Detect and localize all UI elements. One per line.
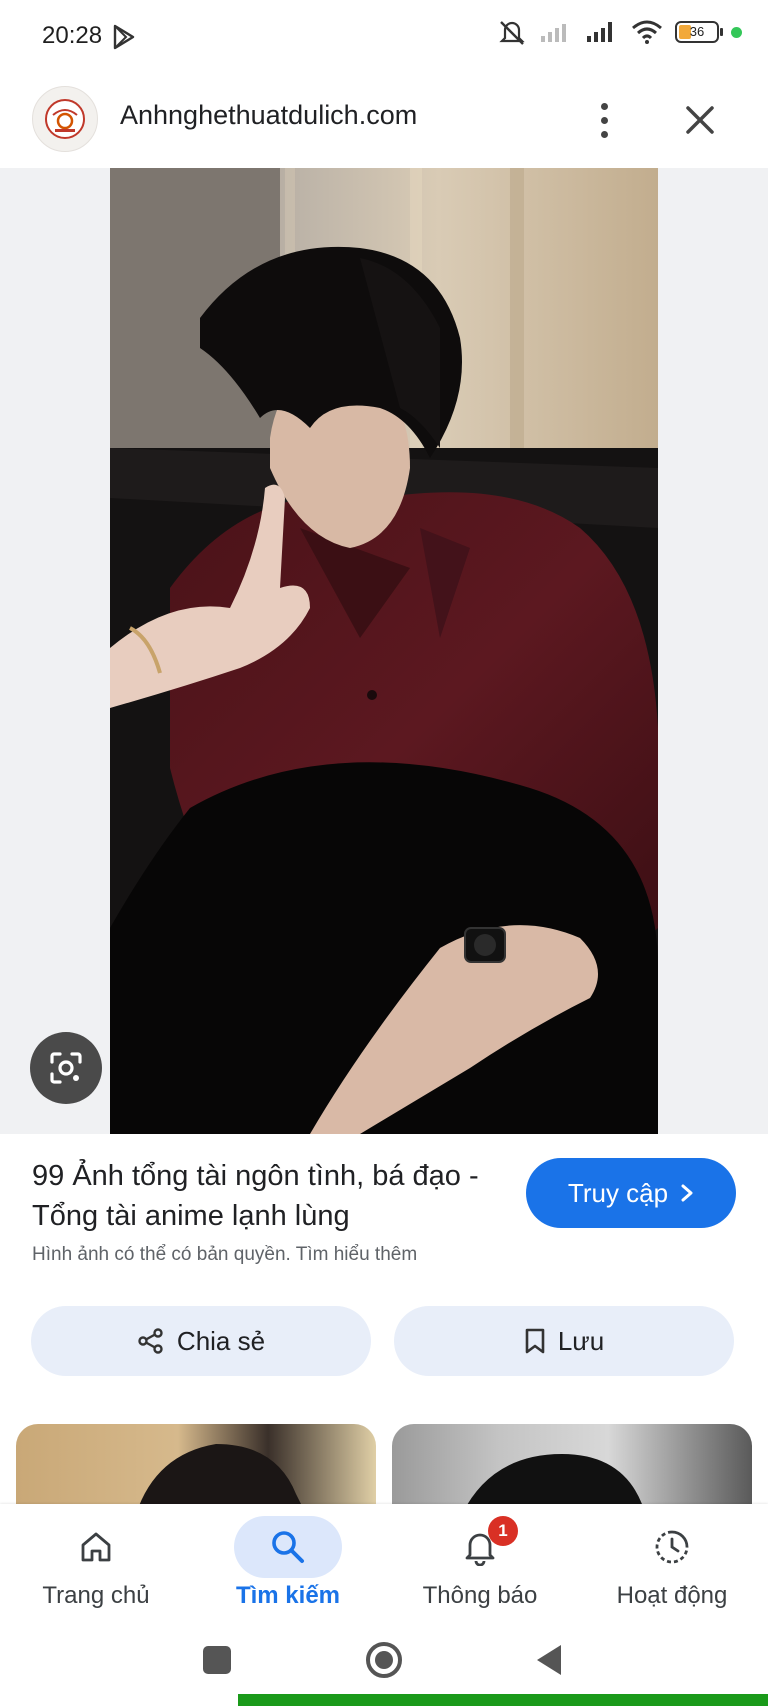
bottom-navigation: Trang chủ Tìm kiếm 1 Thông báo Hoạt động [0,1504,768,1628]
save-label: Lưu [557,1325,605,1356]
nav-label-notifications: Thông báo [422,1582,538,1609]
site-title[interactable]: Anhnghethuatdulich.com [120,100,417,131]
bookmark-icon [525,1328,545,1354]
privacy-indicator [731,26,742,38]
search-icon [234,1516,342,1578]
main-image[interactable] [110,168,658,1134]
share-label: Chia sẻ [176,1325,266,1356]
progress-indicator [238,1694,768,1706]
google-lens-icon [50,1052,82,1084]
signal-icon [587,22,612,42]
visit-button[interactable]: Truy cập [526,1158,736,1228]
result-title: 99 Ảnh tổng tài ngôn tình, bá đạo - Tổng… [32,1160,479,1232]
nav-label-search: Tìm kiếm [235,1582,341,1609]
save-button[interactable]: Lưu [394,1306,734,1376]
nav-label-activity: Hoạt động [616,1582,728,1609]
wifi-icon [632,20,662,44]
site-header: Anhnghethuatdulich.com [0,76,768,168]
site-logo[interactable] [32,86,98,152]
google-lens-button[interactable] [30,1032,102,1104]
related-image[interactable] [16,1424,376,1514]
nav-label-home: Trang chủ [42,1582,150,1609]
battery-icon: 36 [675,21,723,43]
status-time: 20:28 [42,22,103,49]
related-image-illustration [462,1454,647,1514]
nav-item-notifications[interactable]: 1 Thông báo [384,1504,576,1628]
visit-label: Truy cập [567,1177,669,1208]
signal-weak-icon [541,24,566,42]
nav-item-search[interactable]: Tìm kiếm [192,1504,384,1628]
home-button[interactable] [364,1640,404,1680]
photo-illustration [110,168,658,1134]
back-button[interactable] [534,1642,564,1678]
activity-icon [618,1516,726,1578]
more-vert-icon [600,102,608,110]
play-store-icon [113,24,135,50]
more-options-button[interactable] [584,92,624,148]
battery-level: 36 [689,24,705,39]
nav-item-home[interactable]: Trang chủ [0,1504,192,1628]
status-bar: 20:28 36 [0,0,768,76]
notification-badge: 1 [488,1516,518,1546]
close-icon[interactable] [676,96,724,144]
chevron-right-icon [681,1184,693,1202]
share-button[interactable]: Chia sẻ [31,1306,371,1376]
share-icon [138,1328,163,1354]
related-image-illustration [136,1444,306,1514]
image-viewer [0,168,768,1134]
related-image[interactable] [392,1424,752,1514]
home-icon [42,1516,150,1578]
mute-icon [499,21,525,45]
bell-icon [426,1516,534,1578]
nav-item-activity[interactable]: Hoạt động [576,1504,768,1628]
recents-button[interactable] [203,1646,231,1674]
copyright-note[interactable]: Hình ảnh có thể có bản quyền. Tìm hiểu t… [32,1244,417,1266]
site-logo-icon [45,99,85,139]
